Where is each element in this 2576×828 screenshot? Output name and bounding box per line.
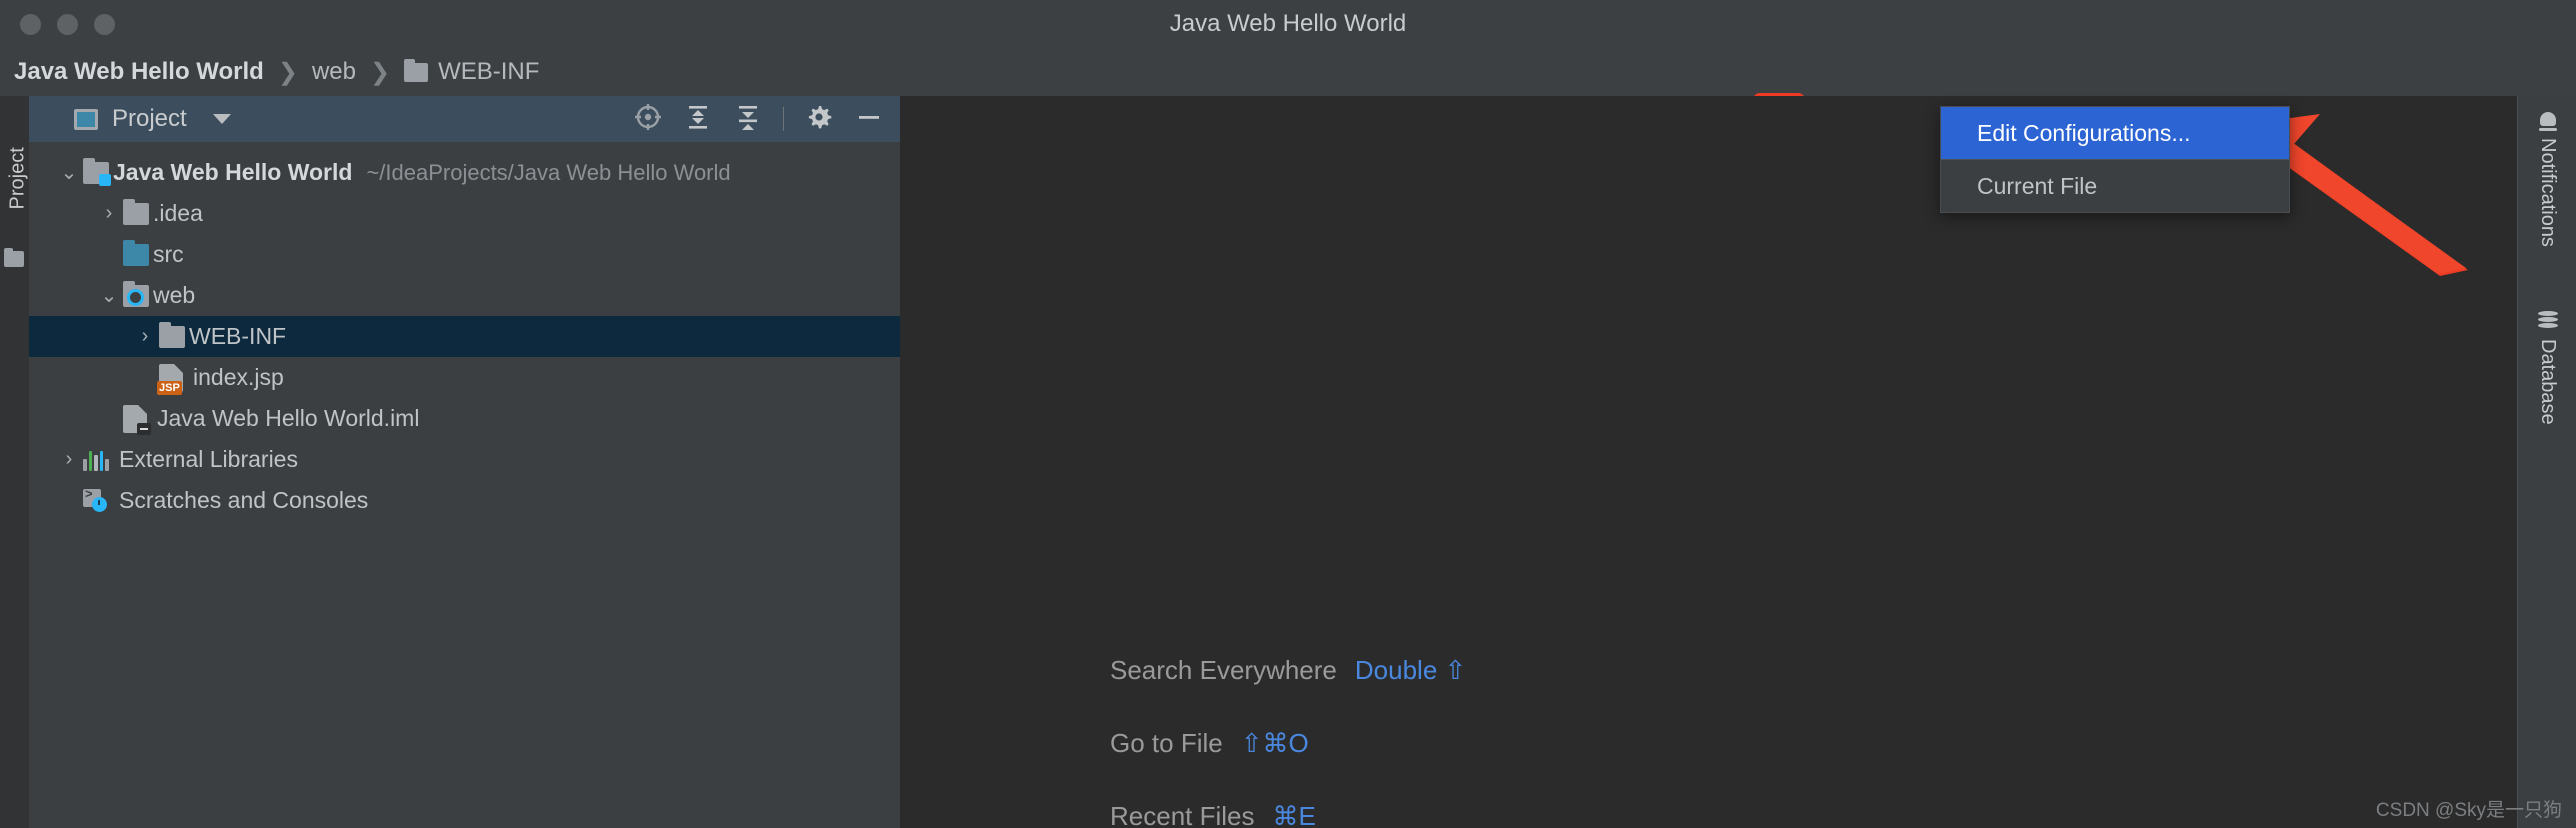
tree-item-label: External Libraries (119, 446, 298, 472)
shortcut-name: Search Everywhere (1110, 655, 1337, 685)
right-tool-tab-database[interactable]: Database (2518, 311, 2576, 425)
shortcut-keys: Double ⇧ (1354, 655, 1467, 685)
toolbar-divider (783, 107, 784, 131)
tree-item-label: index.jsp (193, 364, 284, 390)
project-panel-title: Project (112, 105, 187, 132)
chevron-right-icon[interactable]: › (95, 202, 123, 225)
tree-item-label: .idea (153, 200, 203, 226)
database-icon (2537, 311, 2558, 329)
folder-icon (404, 58, 429, 82)
tree-row-iml[interactable]: › Java Web Hello World.iml (29, 398, 900, 439)
tree-item-label: src (153, 241, 184, 267)
web-folder-icon (123, 280, 149, 307)
shortcut-name: Recent Files (1110, 801, 1255, 828)
chevron-right-icon[interactable]: › (55, 448, 83, 471)
left-tool-strip: Project (0, 96, 29, 828)
tree-item-path: ~/IdeaProjects/Java Web Hello World (366, 159, 731, 185)
shortcut-name: Go to File (1110, 728, 1223, 758)
menu-item-edit-configurations[interactable]: Edit Configurations... (1941, 107, 2289, 159)
tree-row-project-root[interactable]: ⌄ Java Web Hello World ~/IdeaProjects/Ja… (29, 152, 900, 193)
right-tool-tab-label: Notifications (2537, 138, 2559, 247)
chevron-down-icon[interactable]: ⌄ (95, 283, 123, 308)
tree-item-label: Java Web Hello World (113, 159, 353, 185)
chevron-placeholder: › (55, 489, 83, 512)
tree-item-label: Scratches and Consoles (119, 487, 369, 513)
breadcrumb-item-web[interactable]: web (312, 58, 356, 86)
settings-gear-icon[interactable] (804, 102, 834, 137)
bell-icon (2538, 110, 2557, 131)
menu-item-current-file[interactable]: Current File (1941, 160, 2289, 212)
tree-item-label: web (153, 282, 196, 308)
window-title: Java Web Hello World (1169, 10, 1407, 37)
chevron-right-icon[interactable]: › (131, 325, 159, 348)
breadcrumb-item-webinf[interactable]: WEB-INF (438, 58, 539, 86)
project-panel-header: Project (29, 96, 900, 142)
chevron-placeholder: › (131, 366, 159, 389)
right-tool-tab-notifications[interactable]: Notifications (2518, 110, 2576, 247)
shortcut-row: Recent Files ⌘E (1110, 780, 2010, 828)
chevron-down-icon[interactable] (212, 114, 231, 124)
tree-row-webinf[interactable]: › WEB-INF (29, 316, 900, 357)
shortcut-row: Search Everywhere Double ⇧ (1110, 634, 2010, 707)
project-panel-toolbar (633, 96, 884, 142)
run-configuration-dropdown-menu[interactable]: Edit Configurations... Current File (1940, 106, 2290, 213)
hide-panel-icon[interactable] (854, 102, 884, 137)
shortcut-keys: ⌘E (1272, 801, 1316, 828)
tree-row-external-libraries[interactable]: › External Libraries (29, 439, 900, 480)
chevron-placeholder: › (95, 407, 123, 430)
collapse-all-icon[interactable] (733, 102, 763, 137)
shortcut-keys: ⇧⌘O (1240, 728, 1309, 758)
tree-row-web[interactable]: ⌄ web (29, 275, 900, 316)
jsp-badge-label: JSP (157, 380, 182, 395)
ide-window: Java Web Hello World Java Web Hello Worl… (0, 0, 2576, 828)
folder-icon (4, 248, 24, 267)
chevron-placeholder: › (95, 243, 123, 266)
project-window-icon (74, 108, 98, 130)
project-tool-window: Project ⌄ Java Web Hello World ~/IdeaPro… (29, 96, 900, 828)
watermark-text: CSDN @Sky是一只狗 (2375, 800, 2562, 821)
title-bar: Java Web Hello World (0, 0, 2576, 48)
iml-file-icon (123, 404, 151, 435)
tree-item-label: Java Web Hello World.iml (157, 405, 420, 431)
tree-row-indexjsp[interactable]: › JSP index.jsp (29, 357, 900, 398)
tree-row-idea[interactable]: › .idea (29, 193, 900, 234)
scratches-icon (83, 486, 109, 513)
right-tool-tab-label: Database (2537, 339, 2559, 425)
tree-row-src[interactable]: › src (29, 234, 900, 275)
right-tool-strip: Notifications Database (2517, 96, 2576, 828)
left-tool-tab-project[interactable]: Project (0, 106, 29, 267)
tree-row-scratches[interactable]: › Scratches and Consoles (29, 480, 900, 521)
select-opened-file-icon[interactable] (633, 102, 663, 137)
breadcrumb-item-project[interactable]: Java Web Hello World (14, 58, 264, 86)
breadcrumb-separator: ❯ (369, 58, 391, 86)
chevron-down-icon[interactable]: ⌄ (55, 160, 83, 185)
breadcrumb-separator: ❯ (277, 58, 298, 86)
jsp-file-icon: JSP (157, 363, 183, 395)
expand-all-icon[interactable] (683, 102, 713, 137)
module-icon (83, 157, 111, 186)
breadcrumb-bar: Java Web Hello World ❯ web ❯ WEB-INF (0, 48, 2576, 137)
tree-item-label: WEB-INF (189, 323, 287, 349)
folder-icon (159, 321, 185, 348)
source-folder-icon (123, 239, 149, 266)
libraries-icon (83, 449, 109, 471)
empty-editor-shortcuts: Search Everywhere Double ⇧ Go to File ⇧⌘… (1110, 634, 2010, 828)
shortcut-row: Go to File ⇧⌘O (1110, 707, 2010, 780)
folder-icon (123, 198, 149, 225)
project-tree: ⌄ Java Web Hello World ~/IdeaProjects/Ja… (29, 142, 900, 521)
iml-badge (137, 422, 151, 435)
